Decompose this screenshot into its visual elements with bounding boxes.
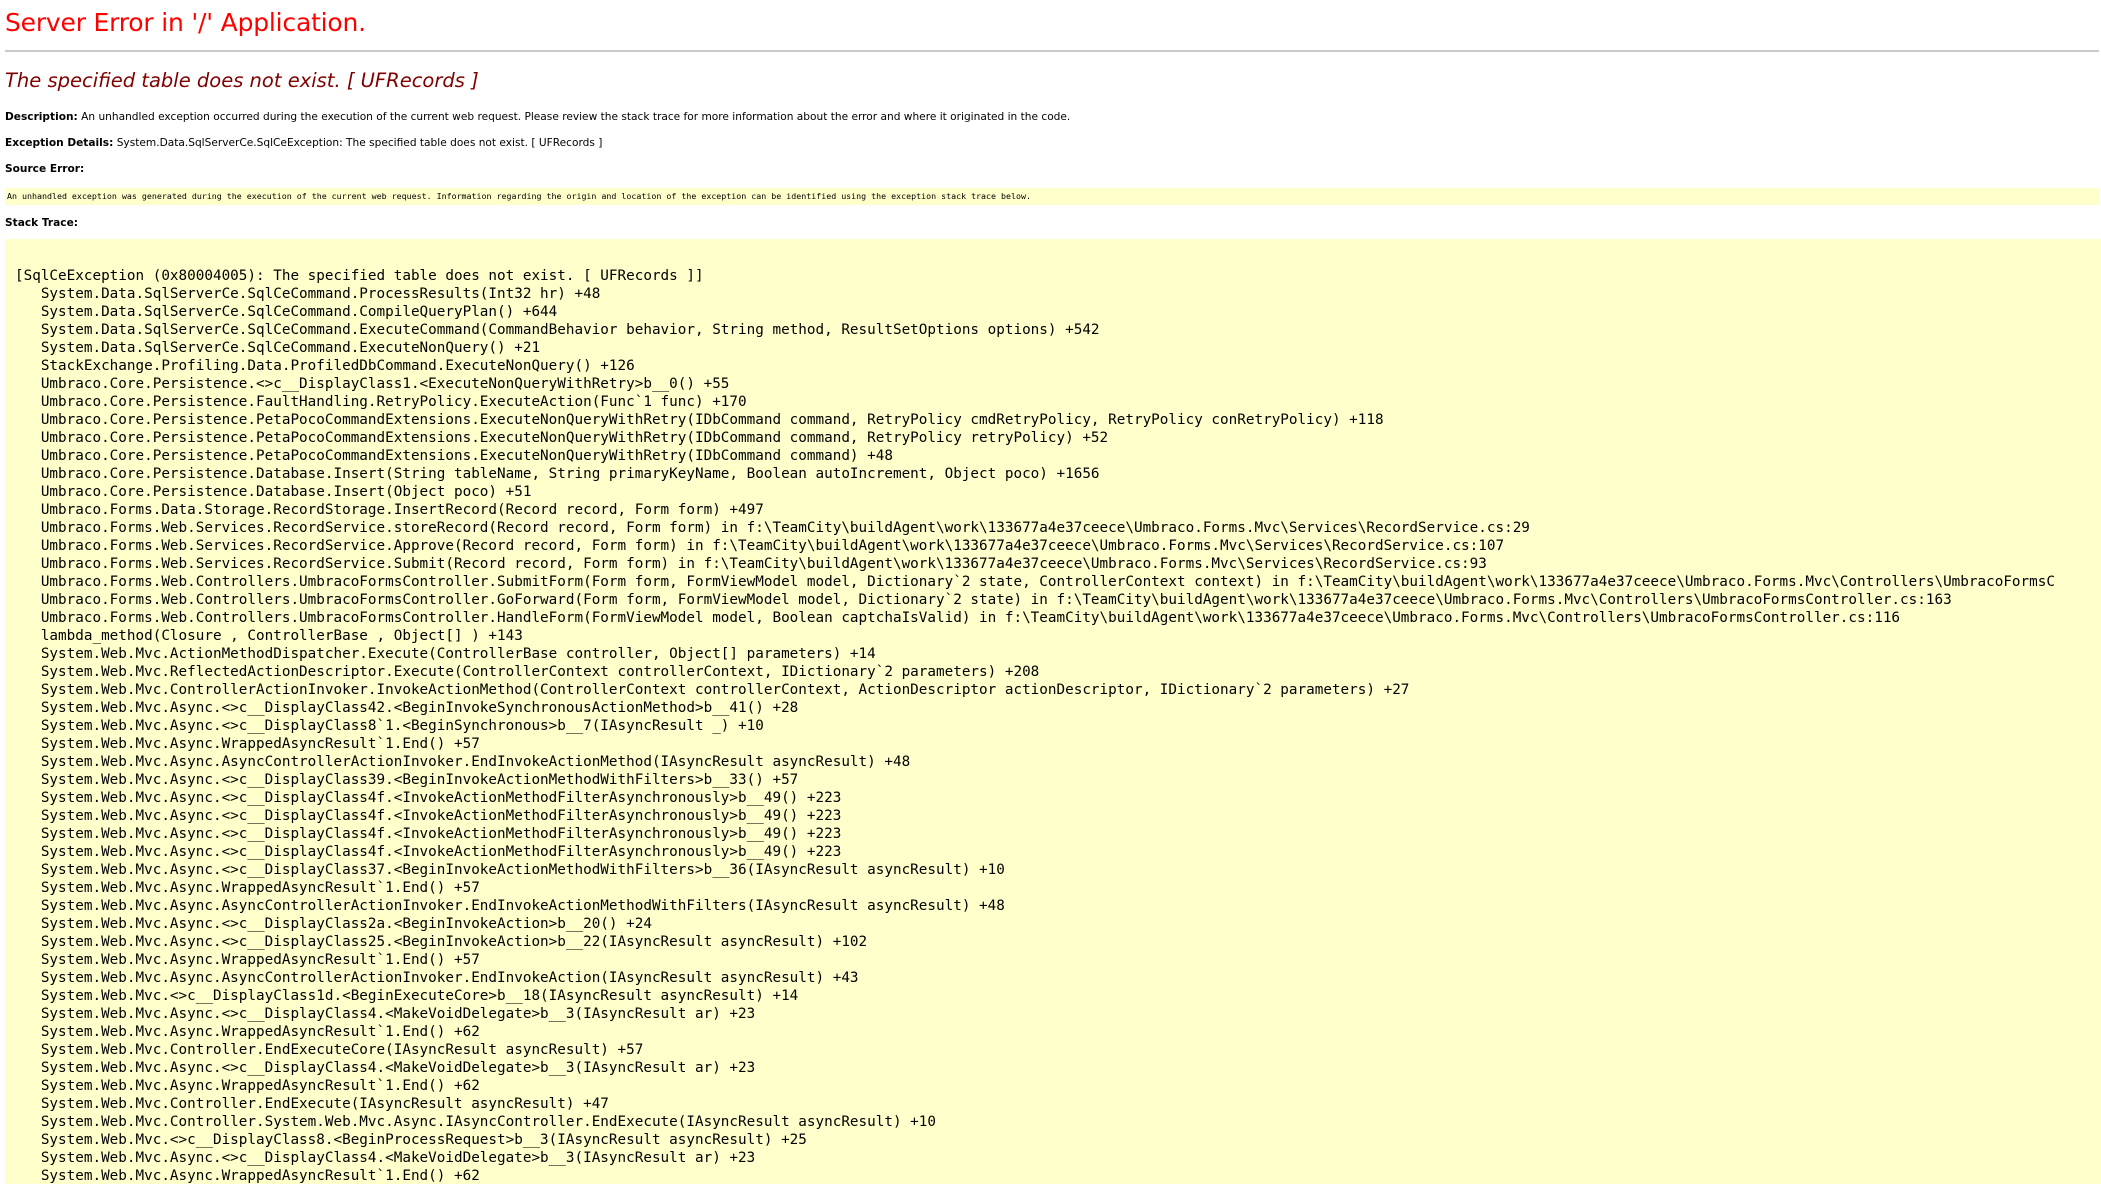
stack-trace-line: System.Web.Mvc.<>c__DisplayClass1d.<Begi… xyxy=(15,988,799,1004)
stack-trace-line: Umbraco.Core.Persistence.PetaPocoCommand… xyxy=(15,412,1384,428)
exception-details-label: Exception Details: xyxy=(5,137,114,149)
stack-trace-box: [SqlCeException (0x80004005): The specif… xyxy=(5,239,2101,1184)
stack-trace-line: Umbraco.Core.Persistence.<>c__DisplayCla… xyxy=(15,376,730,392)
stack-trace-line: System.Web.Mvc.Async.<>c__DisplayClass37… xyxy=(15,862,1005,878)
stack-trace-line: System.Web.Mvc.ControllerActionInvoker.I… xyxy=(15,682,1410,698)
stack-trace-line: Umbraco.Forms.Web.Controllers.UmbracoFor… xyxy=(15,592,1952,608)
stack-trace-lines: [SqlCeException (0x80004005): The specif… xyxy=(15,267,2055,1184)
source-error-label: Source Error: xyxy=(5,163,85,175)
title-divider xyxy=(5,50,2099,52)
stack-trace-line: System.Data.SqlServerCe.SqlCeCommand.Exe… xyxy=(15,340,541,356)
stack-trace-line: Umbraco.Forms.Web.Services.RecordService… xyxy=(15,520,1530,536)
page-title: Server Error in '/' Application. xyxy=(5,8,366,37)
stack-trace-line: Umbraco.Forms.Web.Services.RecordService… xyxy=(15,556,1487,572)
stack-trace-line: System.Web.Mvc.Async.AsyncControllerActi… xyxy=(15,898,1005,914)
stack-trace-line: System.Web.Mvc.Async.AsyncControllerActi… xyxy=(15,970,859,986)
stack-trace-line: System.Web.Mvc.Controller.EndExecute(IAs… xyxy=(15,1096,609,1112)
source-error-box: An unhandled exception was generated dur… xyxy=(5,188,2099,205)
stack-trace-line: System.Web.Mvc.Async.<>c__DisplayClass39… xyxy=(15,772,799,788)
description-label: Description: xyxy=(5,111,78,123)
stack-trace-line: System.Web.Mvc.Async.WrappedAsyncResult`… xyxy=(15,952,480,968)
stack-trace-line: System.Web.Mvc.Async.<>c__DisplayClass4.… xyxy=(15,1060,756,1076)
stack-trace-line: System.Web.Mvc.Async.<>c__DisplayClass2a… xyxy=(15,916,652,932)
stack-trace-line: System.Web.Mvc.Async.<>c__DisplayClass8`… xyxy=(15,718,764,734)
stack-trace-line: System.Web.Mvc.Async.WrappedAsyncResult`… xyxy=(15,736,480,752)
stack-trace-line: Umbraco.Forms.Web.Controllers.UmbracoFor… xyxy=(15,610,1901,626)
stack-trace-heading: Stack Trace: xyxy=(5,216,2101,230)
exception-details-line: Exception Details: System.Data.SqlServer… xyxy=(5,136,2101,150)
description-line: Description: An unhandled exception occu… xyxy=(5,110,2101,124)
stack-trace-line: [SqlCeException (0x80004005): The specif… xyxy=(15,268,704,284)
stack-trace-line: System.Data.SqlServerCe.SqlCeCommand.Com… xyxy=(15,304,558,320)
error-page: Server Error in '/' Application. The spe… xyxy=(5,0,2101,1184)
stack-trace-line: System.Web.Mvc.<>c__DisplayClass8.<Begin… xyxy=(15,1132,807,1148)
stack-trace-line: System.Web.Mvc.Async.WrappedAsyncResult`… xyxy=(15,880,480,896)
stack-trace-line: System.Web.Mvc.Async.<>c__DisplayClass4f… xyxy=(15,844,842,860)
stack-trace-line: System.Web.Mvc.Async.WrappedAsyncResult`… xyxy=(15,1168,480,1184)
stack-trace-line: lambda_method(Closure , ControllerBase ,… xyxy=(15,628,523,644)
stack-trace-line: System.Web.Mvc.Async.<>c__DisplayClass4f… xyxy=(15,826,842,842)
stack-trace-line: Umbraco.Core.Persistence.Database.Insert… xyxy=(15,484,532,500)
stack-trace-line: System.Web.Mvc.Async.WrappedAsyncResult`… xyxy=(15,1024,480,1040)
stack-trace-line: System.Web.Mvc.Async.<>c__DisplayClass4f… xyxy=(15,790,842,806)
source-error-heading: Source Error: xyxy=(5,162,2101,176)
exception-details-text: System.Data.SqlServerCe.SqlCeException: … xyxy=(113,137,603,149)
stack-trace-line: System.Web.Mvc.Controller.System.Web.Mvc… xyxy=(15,1114,936,1130)
stack-trace-line: System.Web.Mvc.ActionMethodDispatcher.Ex… xyxy=(15,646,876,662)
stack-trace-line: Umbraco.Forms.Web.Services.RecordService… xyxy=(15,538,1505,554)
stack-trace-line: Umbraco.Forms.Web.Controllers.UmbracoFor… xyxy=(15,574,2055,590)
stack-trace-line: System.Web.Mvc.Async.<>c__DisplayClass4f… xyxy=(15,808,842,824)
stack-trace-line: StackExchange.Profiling.Data.ProfiledDbC… xyxy=(15,358,635,374)
description-text: An unhandled exception occurred during t… xyxy=(77,111,1071,123)
error-message-heading: The specified table does not exist. [ UF… xyxy=(5,69,479,92)
stack-trace-line: System.Web.Mvc.Async.AsyncControllerActi… xyxy=(15,754,911,770)
stack-trace-line: System.Web.Mvc.ReflectedActionDescriptor… xyxy=(15,664,1040,680)
stack-trace-line: Umbraco.Core.Persistence.Database.Insert… xyxy=(15,466,1100,482)
stack-trace-line: System.Web.Mvc.Async.<>c__DisplayClass42… xyxy=(15,700,799,716)
stack-trace-line: Umbraco.Core.Persistence.PetaPocoCommand… xyxy=(15,430,1109,446)
stack-trace-line: Umbraco.Forms.Data.Storage.RecordStorage… xyxy=(15,502,764,518)
stack-trace-line: System.Data.SqlServerCe.SqlCeCommand.Pro… xyxy=(15,286,601,302)
stack-trace-line: System.Web.Mvc.Controller.EndExecuteCore… xyxy=(15,1042,644,1058)
stack-trace-line: System.Web.Mvc.Async.WrappedAsyncResult`… xyxy=(15,1078,480,1094)
stack-trace-line: Umbraco.Core.Persistence.FaultHandling.R… xyxy=(15,394,747,410)
stack-trace-line: System.Data.SqlServerCe.SqlCeCommand.Exe… xyxy=(15,322,1100,338)
stack-trace-line: System.Web.Mvc.Async.<>c__DisplayClass4.… xyxy=(15,1006,756,1022)
stack-trace-line: Umbraco.Core.Persistence.PetaPocoCommand… xyxy=(15,448,893,464)
stack-trace-label: Stack Trace: xyxy=(5,217,78,229)
stack-trace-line: System.Web.Mvc.Async.<>c__DisplayClass4.… xyxy=(15,1150,756,1166)
stack-trace-line: System.Web.Mvc.Async.<>c__DisplayClass25… xyxy=(15,934,868,950)
